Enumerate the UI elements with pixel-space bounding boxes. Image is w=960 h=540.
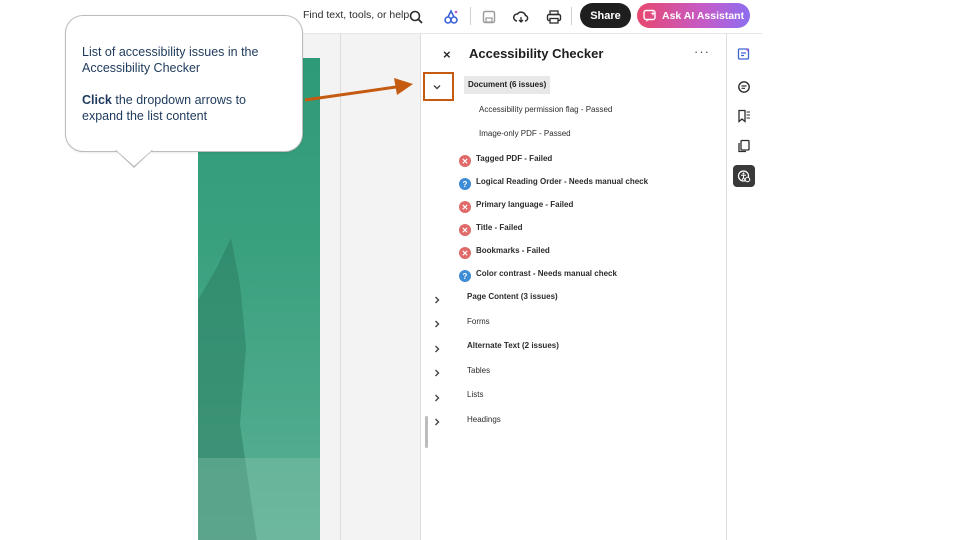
highlight-box: [423, 72, 454, 101]
screenshot-stage: Find text, tools, or help Share Ask AI A…: [0, 0, 960, 540]
annotation-arrow: [304, 78, 413, 102]
